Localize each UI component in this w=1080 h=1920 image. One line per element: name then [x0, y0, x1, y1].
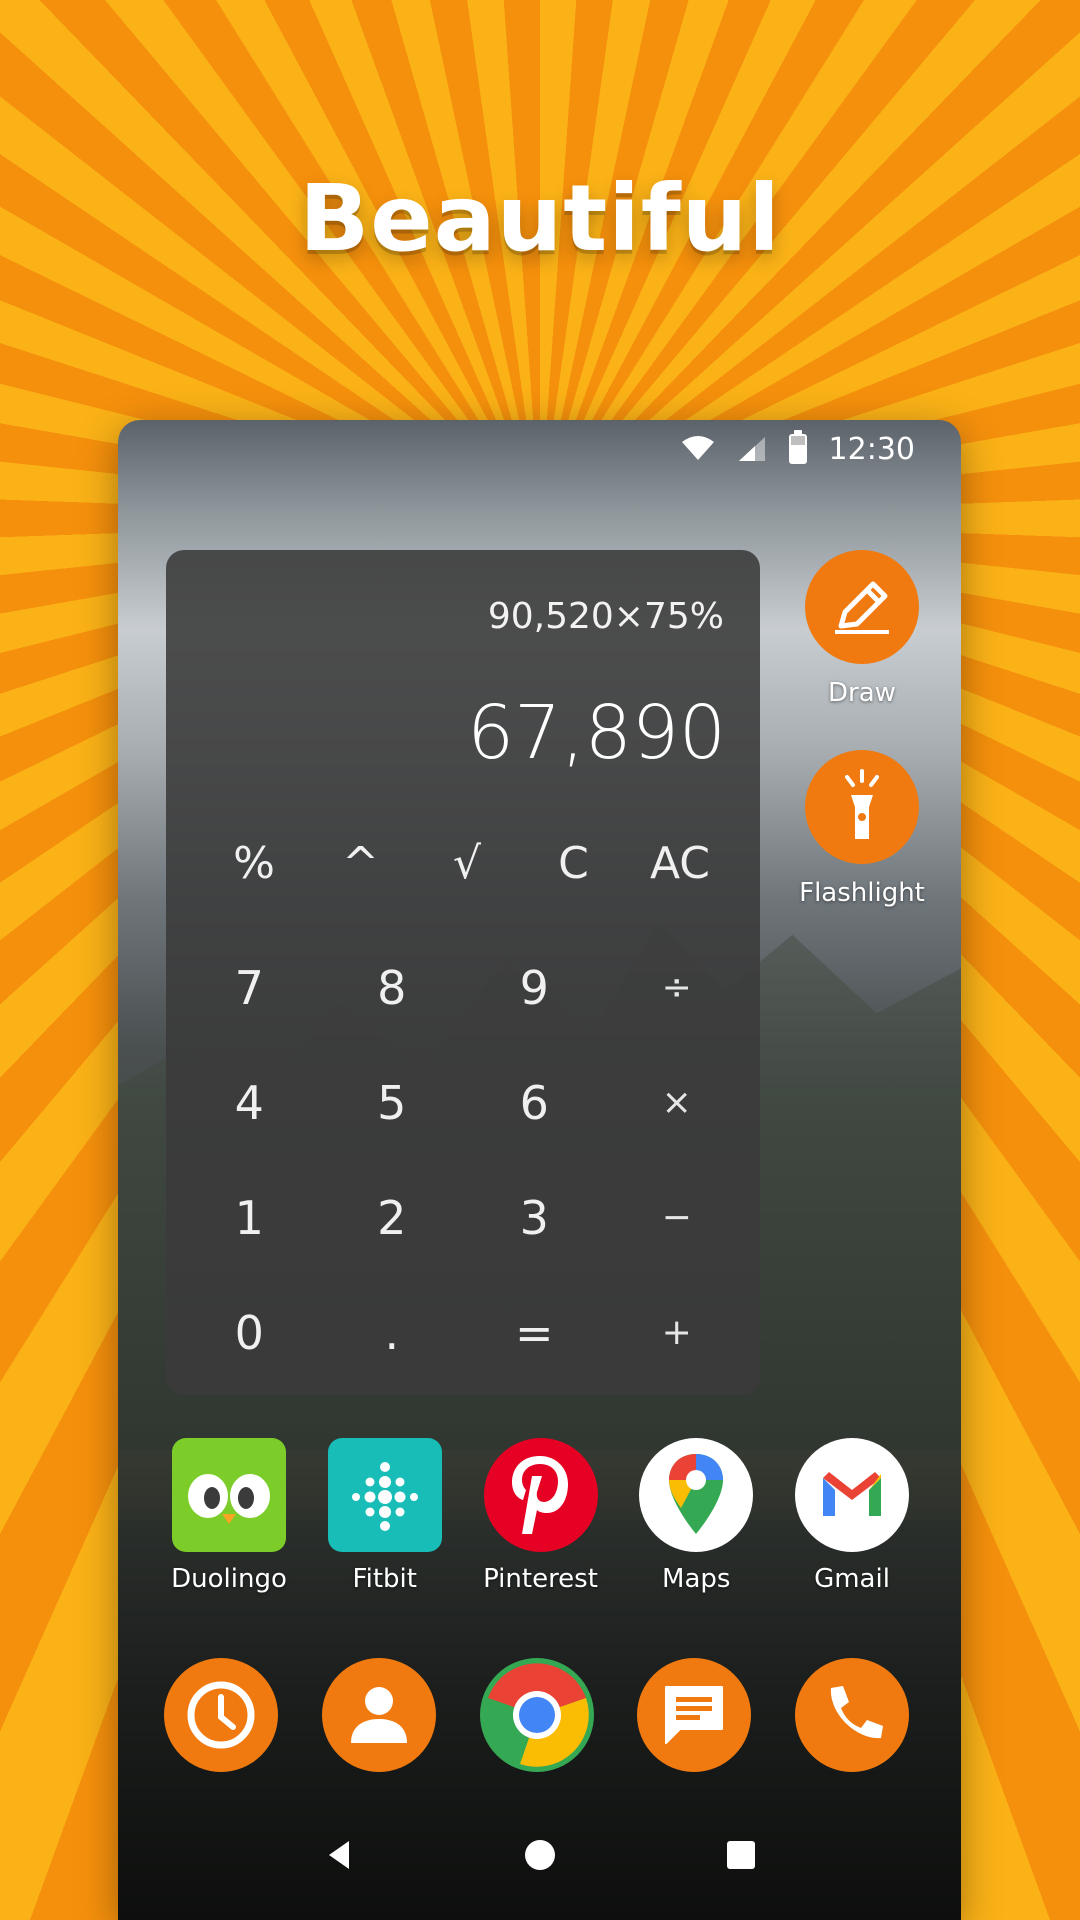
fitbit-icon [327, 1438, 442, 1552]
draw-shortcut[interactable]: Draw [782, 550, 942, 708]
calculator-result: 67,890 [467, 690, 726, 776]
phone-icon[interactable] [795, 1658, 909, 1772]
chrome-icon[interactable] [479, 1658, 594, 1772]
app-duolingo[interactable]: Duolingo [164, 1438, 294, 1608]
headline: Beautiful [299, 165, 781, 272]
app-label: Maps [662, 1564, 731, 1594]
back-icon[interactable] [319, 1835, 359, 1875]
calculator-keypad: 7 8 9 ÷ 4 5 6 × 1 2 3 − 0 . = + [166, 930, 760, 1390]
home-icon[interactable] [520, 1835, 560, 1875]
draw-label: Draw [828, 678, 896, 708]
battery-icon [788, 430, 807, 464]
status-bar: 12:30 [118, 420, 961, 478]
phone-screen: 12:30 90,520×75% 67,890 % ^ √ C AC 7 8 9… [118, 420, 961, 1920]
key-percent[interactable]: % [204, 828, 304, 898]
app-label: Gmail [814, 1564, 890, 1594]
key-6[interactable]: 6 [463, 1045, 606, 1160]
key-sqrt[interactable]: √ [417, 828, 517, 898]
pencil-icon [835, 581, 889, 634]
key-4[interactable]: 4 [178, 1045, 321, 1160]
key-3[interactable]: 3 [463, 1160, 606, 1275]
maps-icon [639, 1438, 754, 1552]
flashlight-icon [845, 769, 879, 839]
key-clear[interactable]: C [524, 828, 624, 898]
duolingo-icon [172, 1438, 286, 1552]
key-2[interactable]: 2 [321, 1160, 464, 1275]
app-row: Duolingo Fitbit Pinterest Maps Gmail [118, 1438, 961, 1608]
pinterest-icon [483, 1438, 598, 1552]
navigation-bar [118, 1790, 961, 1920]
key-9[interactable]: 9 [463, 930, 606, 1045]
key-multiply[interactable]: × [606, 1045, 749, 1160]
app-maps[interactable]: Maps [631, 1438, 761, 1608]
calculator-function-row: % ^ √ C AC [166, 828, 760, 898]
key-7[interactable]: 7 [178, 930, 321, 1045]
gmail-icon [795, 1438, 909, 1552]
key-8[interactable]: 8 [321, 930, 464, 1045]
wifi-icon [681, 436, 714, 460]
contacts-icon[interactable] [321, 1658, 436, 1772]
key-5[interactable]: 5 [321, 1045, 464, 1160]
app-label: Pinterest [483, 1564, 598, 1594]
key-decimal[interactable]: . [321, 1275, 464, 1390]
app-gmail[interactable]: Gmail [787, 1438, 917, 1608]
key-minus[interactable]: − [606, 1160, 749, 1275]
key-divide[interactable]: ÷ [606, 930, 749, 1045]
key-power[interactable]: ^ [311, 828, 411, 898]
signal-icon [738, 437, 765, 461]
calculator-expression: 90,520×75% [487, 596, 724, 637]
key-0[interactable]: 0 [178, 1275, 321, 1390]
dock [118, 1658, 961, 1772]
key-equals[interactable]: = [463, 1275, 606, 1390]
flashlight-shortcut[interactable]: Flashlight [782, 750, 942, 908]
app-label: Duolingo [171, 1564, 287, 1594]
calculator-widget: 90,520×75% 67,890 % ^ √ C AC 7 8 9 ÷ 4 5… [166, 550, 760, 1395]
messages-icon[interactable] [637, 1658, 752, 1772]
app-fitbit[interactable]: Fitbit [320, 1438, 450, 1608]
flashlight-label: Flashlight [799, 878, 925, 908]
app-label: Fitbit [352, 1564, 417, 1594]
key-1[interactable]: 1 [178, 1160, 321, 1275]
recents-icon[interactable] [721, 1835, 761, 1875]
key-all-clear[interactable]: AC [630, 828, 730, 898]
app-pinterest[interactable]: Pinterest [476, 1438, 606, 1608]
key-plus[interactable]: + [606, 1275, 749, 1390]
status-time: 12:30 [828, 431, 915, 467]
clock-icon[interactable] [164, 1658, 278, 1772]
